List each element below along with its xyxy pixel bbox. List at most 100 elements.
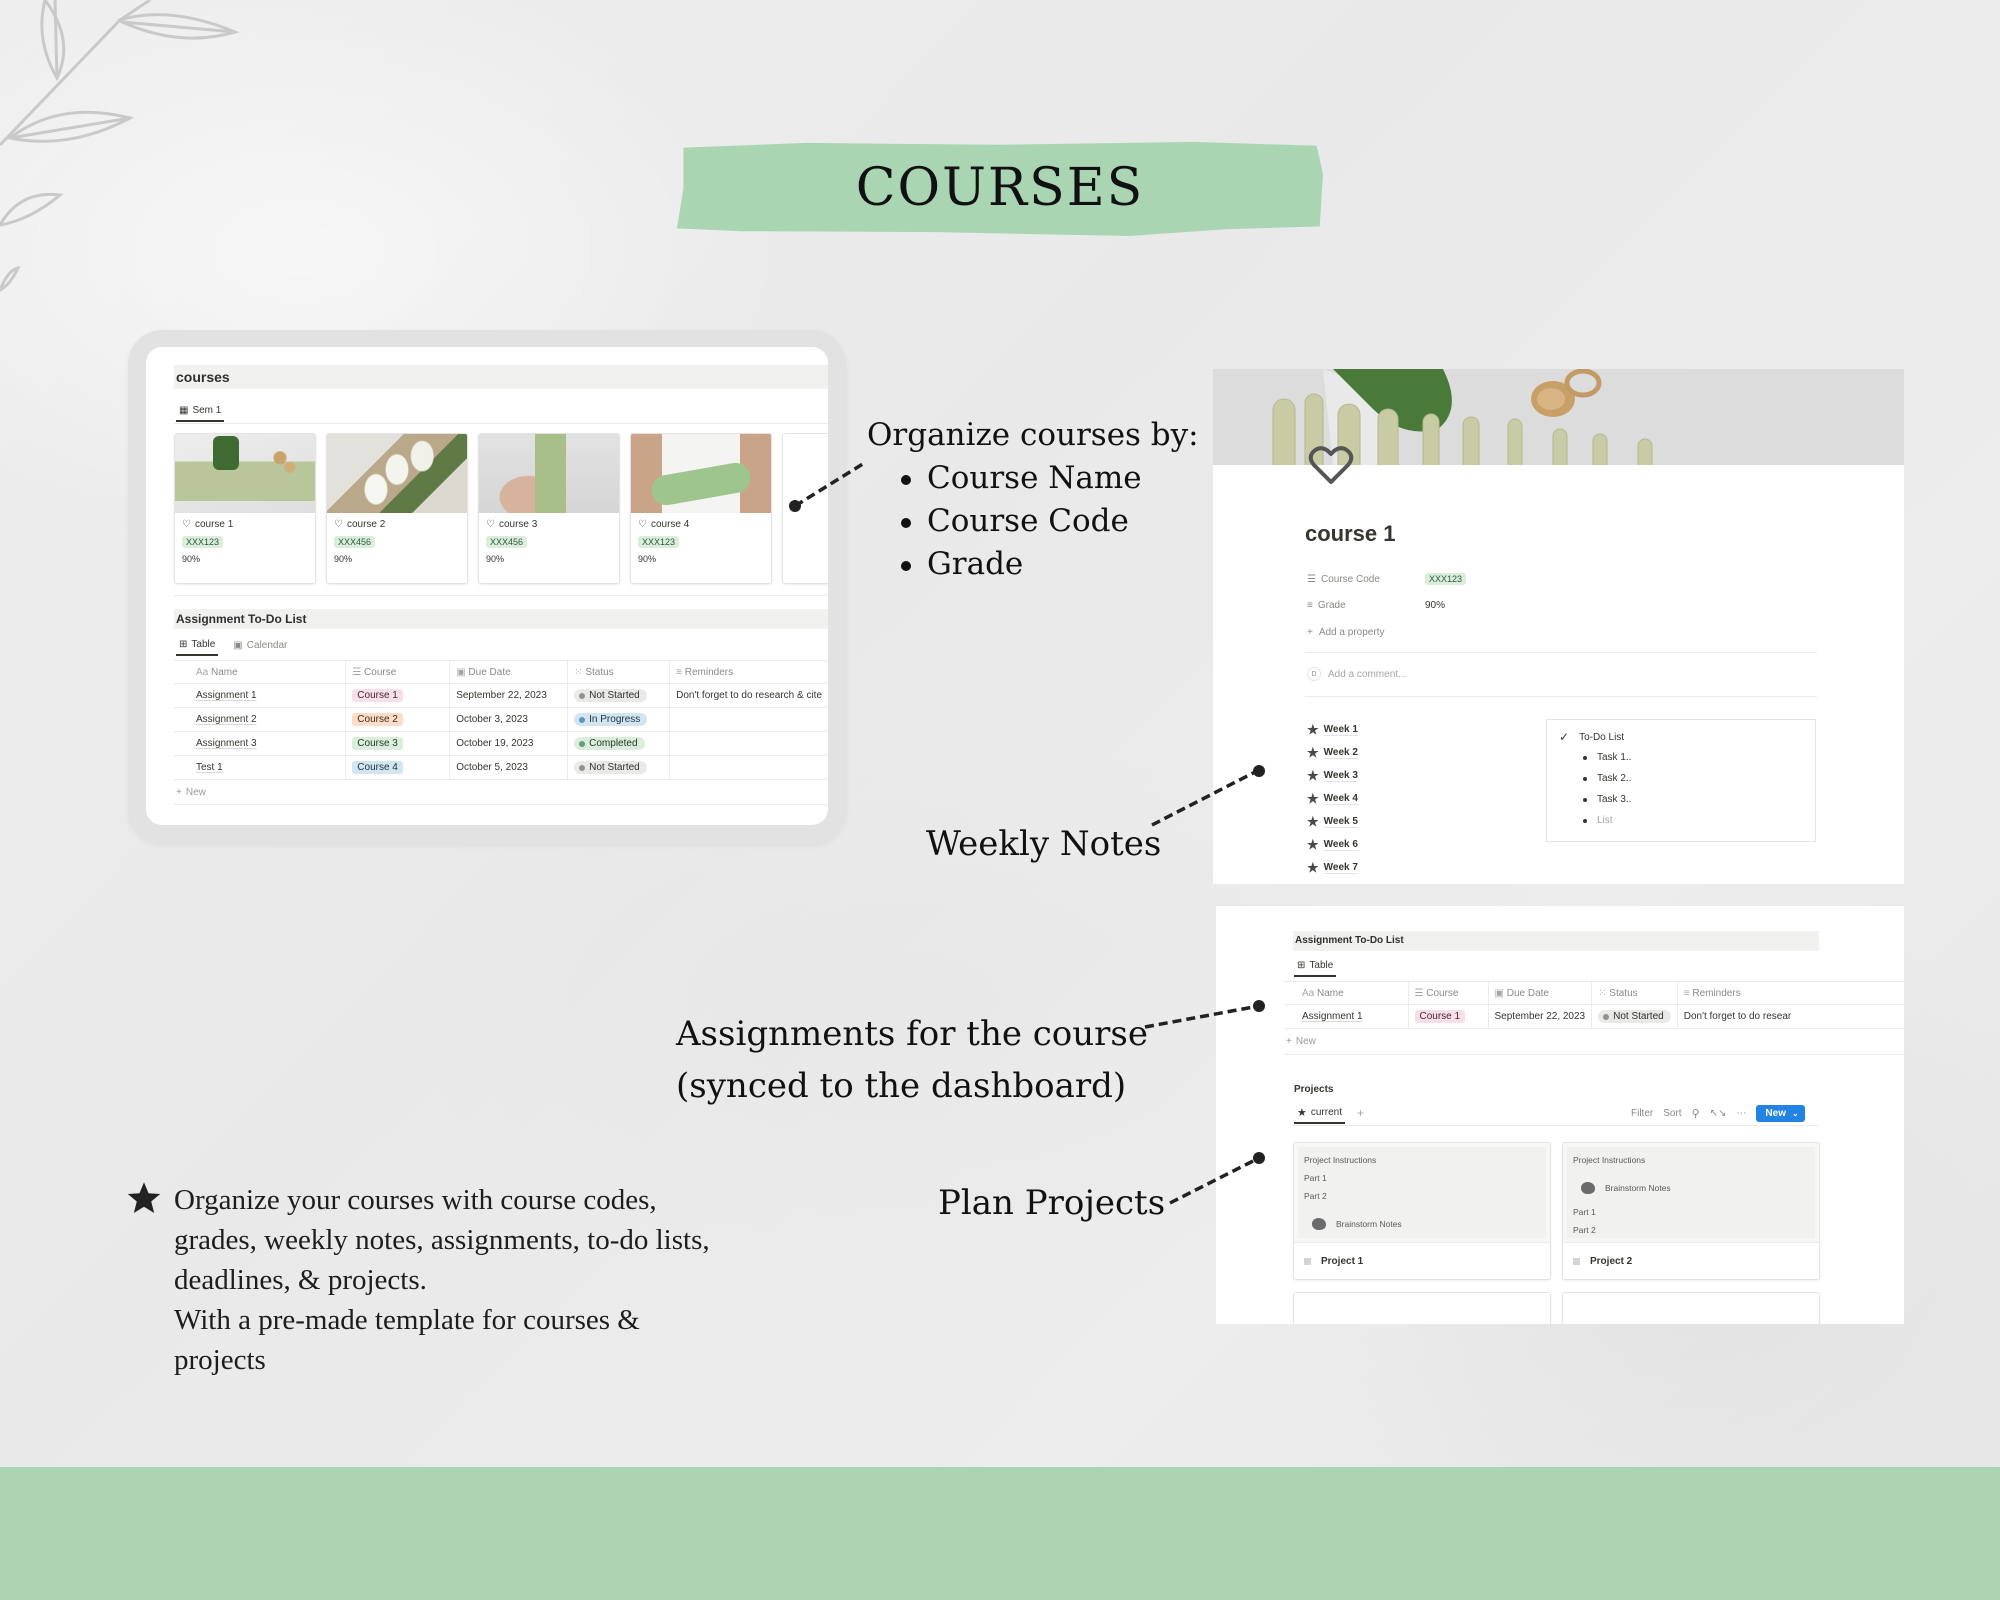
expand-icon[interactable]: ↖↘ [1710,1108,1727,1119]
course-page-panel: course 1 ☰ Course Code XXX123 ≡ Grade 90% … [1213,369,1904,884]
gallery-icon: ▦ [179,404,189,416]
table-icon: ⊞ [1297,959,1306,971]
todo-item[interactable]: Task 1.. [1583,747,1803,768]
dashboard-screen: courses ▦ Sem 1 ♡ course 1 XXX123 90% ♡ co… [146,347,828,825]
course-grade: 90% [486,554,505,564]
course-tag: Course 1 [1414,1010,1466,1023]
tab-table[interactable]: ⊞ Table [1294,955,1337,977]
column-header-name[interactable]: Aa Name [174,660,347,684]
course-code-tag: XXX123 [638,536,680,548]
week-link[interactable]: ★ Week 5 [1307,810,1358,833]
projects-toolbar: Filter Sort ⚲ ↖↘ ⋯ New ⌄ [1631,1105,1805,1122]
sort-button[interactable]: Sort [1663,1108,1681,1119]
property-course-code[interactable]: ☰ Course Code XXX123 [1307,573,1467,585]
column-header-due-date[interactable]: ▣ Due Date [1488,981,1593,1005]
star-icon: ★ [1297,1106,1307,1119]
project-card-empty[interactable] [1293,1292,1551,1324]
project-card-empty[interactable] [1562,1292,1820,1324]
weekly-notes-list: ★ Week 1 ★ Week 2 ★ Week 3 ★ Week 4 ★ Week 5 … [1307,718,1358,879]
table-row[interactable]: Assignment 1 Course 1 September 22, 2023… [1284,1004,1904,1029]
filter-button[interactable]: Filter [1631,1108,1653,1119]
column-header-name[interactable]: Aa Name [1284,981,1409,1005]
todo-item[interactable]: Task 3.. [1583,789,1803,810]
heart-icon: ♡ [334,519,343,530]
weekly-notes-annotation: Weekly Notes [926,824,1162,864]
projects-gallery-row-2 [1293,1292,1820,1324]
course-card[interactable]: ♡ course 3 XXX456 90% [478,433,620,584]
text-icon: ≡ [1307,600,1313,611]
table-row[interactable]: Test 1 Course 4 October 5, 2023 Not Star… [174,755,828,780]
list-icon: ☰ [352,666,362,678]
heart-icon: ♡ [638,519,647,530]
tab-table[interactable]: ⊞ Table [176,634,219,656]
property-grade[interactable]: ≡ Grade 90% [1307,600,1445,611]
star-icon [127,1182,161,1213]
table-icon: ⊞ [179,638,188,650]
column-header-due-date[interactable]: ▣ Due Date [449,660,569,684]
calendar-icon: ▣ [456,666,466,678]
footer-band [0,1467,2000,1600]
course-tag: Course 3 [352,737,403,750]
organize-item: Course Name [897,457,1199,500]
comment-input[interactable]: D Add a comment... [1307,667,1406,681]
column-header-reminders[interactable]: ≡ Reminders [669,660,828,684]
assignments-annotation: Assignments for the course (synced to th… [676,1014,1148,1106]
column-header-reminders[interactable]: ≡ Reminders [1677,981,1904,1005]
week-link[interactable]: ★ Week 7 [1307,856,1358,879]
status-badge: Not Started [1598,1010,1671,1023]
course-grade: 90% [182,554,201,564]
column-header-course[interactable]: ☰ Course [1408,981,1489,1005]
text-icon: ≡ [676,666,682,678]
plus-icon: + [1307,627,1313,638]
table-row[interactable]: Assignment 3 Course 3 October 19, 2023 C… [174,731,828,756]
text-icon: ≡ [1683,987,1690,999]
status-badge: Not Started [574,761,647,774]
search-icon[interactable]: ⚲ [1692,1107,1700,1120]
todo-item[interactable]: Task 2.. [1583,768,1803,789]
course-cover-image [327,434,467,513]
column-header-status[interactable]: ⁙ Status [567,660,671,684]
project-card[interactable]: Project Instructions Part 1 Part 2 Brain… [1293,1142,1551,1280]
course-code-tag: XXX456 [486,536,528,548]
column-header-course[interactable]: ☰ Course [345,660,451,684]
course-grade: 90% [638,554,657,564]
week-link[interactable]: ★ Week 4 [1307,787,1358,810]
course-tag: Course 4 [352,761,403,774]
star-icon: ★ [1307,721,1319,737]
plus-icon: + [176,787,182,798]
course-code-tag: XXX123 [182,536,224,548]
week-link[interactable]: ★ Week 3 [1307,764,1358,787]
project-card[interactable]: Project Instructions Brainstorm Notes Pa… [1562,1142,1820,1280]
add-view-icon[interactable]: + [1357,1102,1364,1124]
todo-item-placeholder[interactable]: List [1583,810,1803,831]
course-tag: Course 1 [352,689,403,702]
week-link[interactable]: ★ Week 6 [1307,833,1358,856]
new-row-button[interactable]: + New [1286,1036,1316,1047]
course-card-partial [782,433,828,584]
todo-toggle[interactable]: ✓ To-Do List [1559,730,1803,744]
page-icon [1573,1258,1580,1265]
brainstorm-cloud-icon [1581,1182,1595,1194]
new-project-button[interactable]: New ⌄ [1756,1105,1805,1122]
new-row-button[interactable]: + New [176,787,206,798]
table-row[interactable]: Assignment 1 Course 1 September 22, 2023… [174,683,828,708]
column-header-status[interactable]: ⁙ Status [1591,981,1678,1005]
organize-item: Course Code [897,500,1199,543]
course-code-tag: XXX456 [334,536,376,548]
more-icon[interactable]: ⋯ [1736,1108,1746,1119]
table-row[interactable]: Assignment 2 Course 2 October 3, 2023 In… [174,707,828,732]
status-icon: ⁙ [574,666,583,678]
course-page-title: course 1 [1305,521,1396,546]
add-property-button[interactable]: + Add a property [1307,627,1384,638]
tab-sem-1[interactable]: ▦ Sem 1 [176,400,225,422]
course-assignments-panel: Assignment To-Do List ⊞ Table Aa Name ☰ … [1216,906,1904,1324]
week-link[interactable]: ★ Week 1 [1307,718,1358,741]
tab-calendar[interactable]: ▣ Calendar [230,634,290,656]
course-card[interactable]: ♡ course 4 XXX123 90% [630,433,772,584]
course-card[interactable]: ♡ course 1 XXX123 90% [174,433,316,584]
week-link[interactable]: ★ Week 2 [1307,741,1358,764]
status-icon: ⁙ [1598,987,1607,999]
plan-projects-annotation: Plan Projects [938,1183,1166,1223]
tab-current[interactable]: ★ current [1294,1102,1345,1124]
course-card[interactable]: ♡ course 2 XXX456 90% [326,433,468,584]
